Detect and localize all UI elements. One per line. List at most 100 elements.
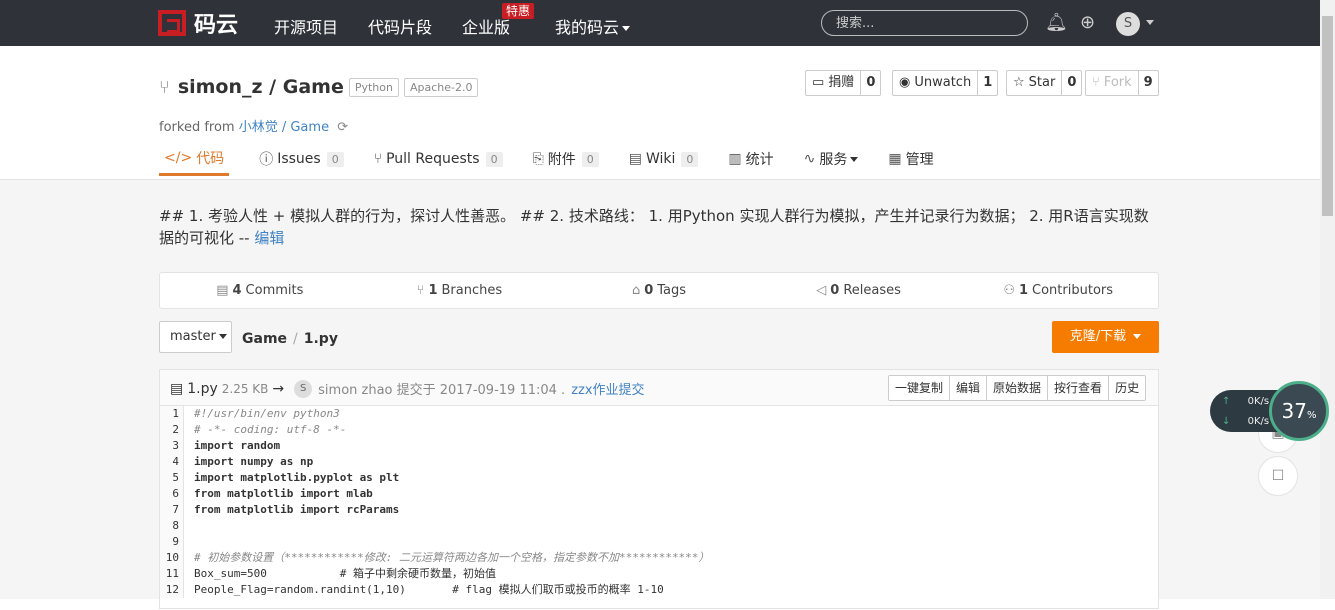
donate-count: 0 xyxy=(866,75,876,90)
repo-tabs: </> 代码 ⓘ Issues 0 ⑂ Pull Requests 0 ⎘ 附件 0 ▤ Wik… xyxy=(159,142,964,180)
stat-releases[interactable]: ◁ 0 Releases xyxy=(759,273,959,308)
code-line: 3 import random xyxy=(160,438,1158,454)
line-number[interactable]: 3 xyxy=(160,438,184,454)
stat-tags[interactable]: ⌂ 0 Tags xyxy=(559,273,759,308)
search-input[interactable] xyxy=(821,10,1028,36)
page-scrollbar[interactable] xyxy=(1320,0,1335,599)
stat-contributors[interactable]: ⚇ 1 Contributors xyxy=(958,273,1158,308)
plus-circle-icon[interactable]: ⊕ xyxy=(1080,12,1095,33)
contributors-count: 1 xyxy=(1018,283,1029,298)
book-icon: ▤ xyxy=(628,151,642,167)
committer-avatar[interactable]: S xyxy=(294,379,313,398)
tab-stats-label: 统计 xyxy=(745,152,774,168)
tag-icon: ⌂ xyxy=(631,283,641,298)
sync-icon[interactable]: ⟳ xyxy=(337,120,348,135)
logo[interactable]: 码云 xyxy=(158,10,239,38)
file-header: ▤ 1.py 2.25 KB → S simon zhao 提交于 2017-0… xyxy=(160,370,1158,406)
user-avatar[interactable]: S xyxy=(1116,12,1140,36)
tab-services[interactable]: ∿ 服务 xyxy=(804,142,859,176)
tab-wiki[interactable]: ▤ Wiki 0 xyxy=(629,142,699,176)
scroll-thumb[interactable] xyxy=(1322,16,1333,216)
repo-name[interactable]: simon_z / Game xyxy=(178,76,344,98)
clone-download-button[interactable]: 克隆/下载 xyxy=(1052,321,1159,353)
tab-code[interactable]: </> 代码 xyxy=(159,142,230,176)
nav-open-source[interactable]: 开源项目 xyxy=(274,14,338,38)
line-number[interactable]: 9 xyxy=(160,534,184,550)
chevron-down-icon xyxy=(622,26,631,31)
line-number[interactable]: 6 xyxy=(160,486,184,502)
line-number[interactable]: 2 xyxy=(160,422,184,438)
code-icon: </> xyxy=(164,149,193,166)
repo-description: ## 1. 考验人性 + 模拟人群的行为，探讨人性善恶。 ## 2. 技术路线：… xyxy=(159,205,1159,249)
avatar-chevron-down-icon[interactable] xyxy=(1146,20,1154,25)
license-tag[interactable]: Apache-2.0 xyxy=(403,77,479,97)
tab-pr-label: Pull Requests xyxy=(386,151,480,167)
releases-count: 0 xyxy=(830,283,840,298)
logo-text: 码云 xyxy=(194,13,239,38)
history-button[interactable]: 历史 xyxy=(1109,376,1145,400)
tags-count: 0 xyxy=(644,283,654,298)
tab-issues[interactable]: ⓘ Issues 0 xyxy=(259,142,344,176)
line-number[interactable]: 12 xyxy=(160,582,184,598)
line-number[interactable]: 5 xyxy=(160,470,184,486)
download-speed: ↓ 0K/s xyxy=(1222,416,1269,427)
bell-icon[interactable]: 🔔︎ xyxy=(1045,12,1068,33)
line-content: #!/usr/bin/env python3 xyxy=(194,407,340,420)
paperclip-icon: ⎘ xyxy=(532,151,544,167)
tab-pull-requests[interactable]: ⑂ Pull Requests 0 xyxy=(374,142,503,176)
stat-branches[interactable]: ⑂ 1 Branches xyxy=(360,273,560,308)
tab-attachments[interactable]: ⎘ 附件 0 xyxy=(533,142,599,176)
file-icon: ▤ xyxy=(170,380,184,397)
nav-my-gitee[interactable]: 我的码云 xyxy=(555,14,631,38)
forked-source-link[interactable]: 小林觉 / Game xyxy=(239,120,329,135)
download-speed-value: 0K/s xyxy=(1247,416,1270,427)
nav-snippets[interactable]: 代码片段 xyxy=(368,14,432,38)
copy-button[interactable]: 一键复制 xyxy=(889,376,951,400)
line-number[interactable]: 7 xyxy=(160,502,184,518)
branches-label: Branches xyxy=(441,283,503,298)
line-number[interactable]: 1 xyxy=(160,406,184,422)
last-commit: S simon zhao 提交于 2017-09-19 11:04 . zzx作… xyxy=(288,379,645,398)
tab-issues-count: 0 xyxy=(326,151,344,167)
breadcrumb-separator: / xyxy=(293,331,298,347)
breadcrumb-file[interactable]: 1.py xyxy=(304,331,338,347)
line-content: from matplotlib import rcParams xyxy=(194,503,400,516)
percent-sign: % xyxy=(1306,410,1317,421)
file-info: ▤ 1.py 2.25 KB → S simon zhao 提交于 2017-0… xyxy=(170,379,645,398)
line-number[interactable]: 10 xyxy=(160,550,184,566)
code-line: 2 # -*- coding: utf-8 -*- xyxy=(160,422,1158,438)
fork-button[interactable]: ⑂ Fork 9 xyxy=(1085,70,1159,96)
line-number[interactable]: 4 xyxy=(160,454,184,470)
clone-chevron-down-icon xyxy=(1133,334,1142,339)
language-tag[interactable]: Python xyxy=(348,77,399,97)
edit-button[interactable]: 编辑 xyxy=(950,376,988,400)
line-number[interactable]: 8 xyxy=(160,518,184,534)
code-line: 6 from matplotlib import mlab xyxy=(160,486,1158,502)
tab-attachments-label: 附件 xyxy=(547,152,576,168)
tab-manage[interactable]: ▦ 管理 xyxy=(888,142,933,176)
tab-services-label: 服务 xyxy=(819,152,848,168)
blame-button[interactable]: 按行查看 xyxy=(1048,376,1110,400)
fork-count: 9 xyxy=(1143,75,1153,90)
chat-icon: ☐ xyxy=(1271,468,1285,484)
commit-message-link[interactable]: zzx作业提交 xyxy=(571,379,644,398)
donate-button[interactable]: ▭ 捐赠 0 xyxy=(805,70,882,96)
line-content xyxy=(184,534,194,550)
star-button[interactable]: ☆ Star 0 xyxy=(1006,70,1083,96)
chat-side-button[interactable]: ☐ xyxy=(1258,456,1298,496)
stat-commits[interactable]: ▤ 4 Commits xyxy=(160,273,360,308)
code-block[interactable]: 1 #!/usr/bin/env python3 2 # -*- coding: ut… xyxy=(160,406,1158,610)
memory-percent-dial[interactable]: 37% xyxy=(1269,381,1329,441)
logo-mark-icon xyxy=(158,10,186,36)
file-size: 2.25 KB xyxy=(221,381,269,396)
tab-stats[interactable]: ▥ 统计 xyxy=(728,142,773,176)
line-number[interactable]: 11 xyxy=(160,566,184,582)
edit-description-link[interactable]: 编辑 xyxy=(254,229,284,247)
pull-request-icon: ⑂ xyxy=(373,151,383,167)
star-icon: ☆ xyxy=(1013,75,1025,90)
line-content: import matplotlib.pyplot as plt xyxy=(194,471,400,484)
branch-selector[interactable]: master xyxy=(159,321,232,353)
unwatch-button[interactable]: ◉ Unwatch 1 xyxy=(892,70,999,96)
raw-button[interactable]: 原始数据 xyxy=(987,376,1049,400)
breadcrumb-repo[interactable]: Game xyxy=(242,331,287,347)
